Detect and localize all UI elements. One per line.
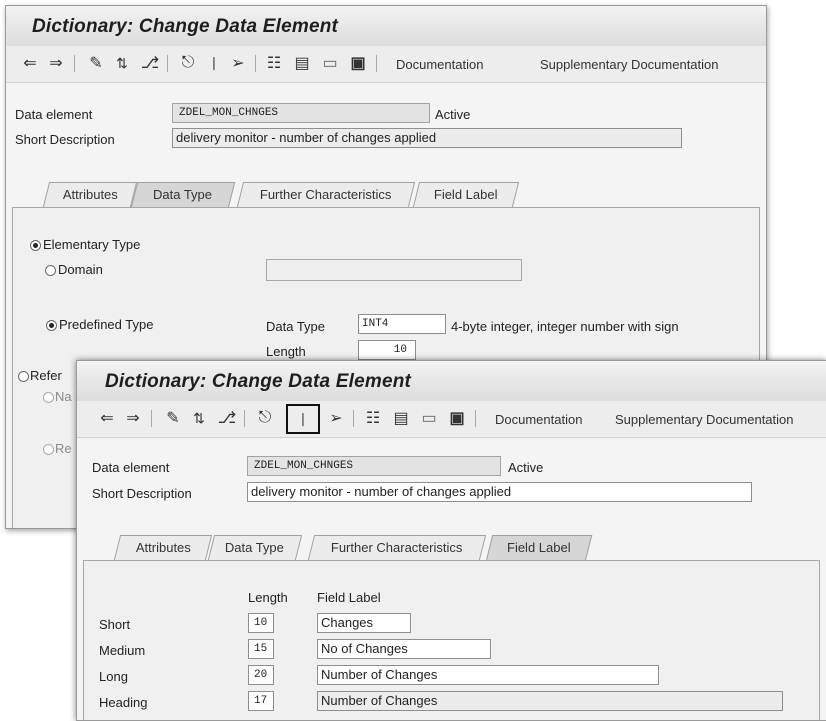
row-name-short: Short [99,617,131,632]
where-used-icon[interactable]: ⎋ [176,52,200,74]
tab-further-characteristics[interactable]: Further Characteristics [236,182,416,207]
back-arrow-icon[interactable]: ⇐ [95,407,119,429]
short-description-label: Short Description [15,132,115,147]
elementary-type-label: Elementary Type [43,237,141,252]
predefined-type-label: Predefined Type [59,317,154,332]
activate-icon[interactable]: ➢ [226,52,250,74]
hierarchy-icon[interactable]: ☷ [361,407,385,429]
short-description-label: Short Description [92,486,192,501]
name-of-ref-type-label: Na [55,389,72,404]
row-name-heading: Heading [99,695,148,710]
data-type-input[interactable]: INT4 [358,314,446,334]
frame-icon[interactable]: ▭ [318,52,342,74]
documentation-button[interactable]: Documentation [495,412,582,427]
edit-pencil-icon[interactable]: ✎ [161,407,185,429]
reference-to-predefined-label: Re [55,441,72,456]
data-element-field: ZDEL_MON_CHNGES [247,456,501,476]
long-length-input[interactable]: 20 [248,665,274,685]
field-label-panel: Length Field Label Short 10 Changes Medi… [83,560,820,720]
supplementary-documentation-button[interactable]: Supplementary Documentation [615,412,794,427]
other-object-icon[interactable]: ⎇ [138,52,162,74]
info-icon[interactable]: ▣ [346,52,370,74]
tab-data-type[interactable]: Data Type [207,535,303,560]
data-type-description: 4-byte integer, integer number with sign [451,319,679,334]
status-text: Active [435,107,471,122]
status-text: Active [508,460,544,475]
application-toolbar: ⇐ ⇒ ✎ ⇅ ⎇ ⎋ ❘ ➢ ☷ ▤ ▭ ▣ Documentation Su… [77,401,826,438]
application-toolbar: ⇐ ⇒ ✎ ⇅ ⎇ ⎋ ❘ ➢ ☷ ▤ ▭ ▣ Documentation Su… [6,46,766,83]
toggle-display-change-icon[interactable]: ⇅ [110,52,134,74]
domain-radio[interactable] [45,265,56,276]
window-title: Dictionary: Change Data Element [32,16,339,37]
long-label-input[interactable]: Number of Changes [317,665,659,685]
short-description-input[interactable]: delivery monitor - number of changes app… [172,128,682,148]
toggle-display-change-icon[interactable]: ⇅ [187,407,211,429]
back-arrow-icon[interactable]: ⇐ [18,52,42,74]
tab-attributes[interactable]: Attributes [42,182,138,207]
reference-type-radio[interactable] [18,371,29,382]
reference-type-label: Refer [30,368,62,383]
check-icon[interactable]: ❘ [286,404,320,434]
short-description-input[interactable]: delivery monitor - number of changes app… [247,482,752,502]
tab-field-label[interactable]: Field Label [485,535,593,561]
forward-arrow-icon[interactable]: ⇒ [44,52,68,74]
where-used-icon[interactable]: ⎋ [253,407,277,429]
title-bar: Dictionary: Change Data Element [77,361,826,402]
data-type-label: Data Type [266,319,326,334]
short-label-input[interactable]: Changes [317,613,411,633]
medium-length-input[interactable]: 15 [248,639,274,659]
length-label: Length [266,344,306,359]
name-of-ref-type-radio[interactable] [43,392,54,403]
tab-strip: Attributes Data Type Further Characteris… [6,182,766,208]
frame-icon[interactable]: ▭ [417,407,441,429]
tab-strip: Attributes Data Type Further Characteris… [77,535,826,561]
heading-label-input[interactable]: Number of Changes [317,691,783,711]
other-object-icon[interactable]: ⎇ [215,407,239,429]
tab-field-label[interactable]: Field Label [412,182,520,207]
edit-pencil-icon[interactable]: ✎ [84,52,108,74]
row-name-long: Long [99,669,128,684]
reference-to-predefined-radio[interactable] [43,444,54,455]
activate-icon[interactable]: ➢ [324,407,348,429]
window-title: Dictionary: Change Data Element [105,371,412,392]
row-name-medium: Medium [99,643,146,658]
heading-length-input[interactable]: 17 [248,691,274,711]
domain-input[interactable] [266,259,522,281]
domain-label: Domain [58,262,103,277]
forward-arrow-icon[interactable]: ⇒ [121,407,145,429]
tab-data-type[interactable]: Data Type [130,182,236,208]
front-window: Dictionary: Change Data Element ⇐ ⇒ ✎ ⇅ … [76,360,826,721]
supplementary-documentation-button[interactable]: Supplementary Documentation [540,57,719,72]
data-element-label: Data element [15,107,93,122]
predefined-type-radio[interactable] [46,320,57,331]
medium-label-input[interactable]: No of Changes [317,639,491,659]
field-label-column-header: Field Label [317,590,381,605]
length-input[interactable]: 10 [358,340,416,360]
tab-further-characteristics[interactable]: Further Characteristics [307,535,487,560]
title-bar: Dictionary: Change Data Element [6,6,766,47]
short-length-input[interactable]: 10 [248,613,274,633]
data-element-label: Data element [92,460,170,475]
hierarchy-icon[interactable]: ☷ [262,52,286,74]
check-icon[interactable]: ❘ [205,52,223,74]
data-element-field: ZDEL_MON_CHNGES [172,103,430,123]
tab-attributes[interactable]: Attributes [113,535,213,560]
documentation-button[interactable]: Documentation [396,57,483,72]
info-icon[interactable]: ▣ [445,407,469,429]
display-object-list-icon[interactable]: ▤ [389,407,413,429]
elementary-type-radio[interactable] [30,240,41,251]
length-column-header: Length [248,590,288,605]
display-object-list-icon[interactable]: ▤ [290,52,314,74]
